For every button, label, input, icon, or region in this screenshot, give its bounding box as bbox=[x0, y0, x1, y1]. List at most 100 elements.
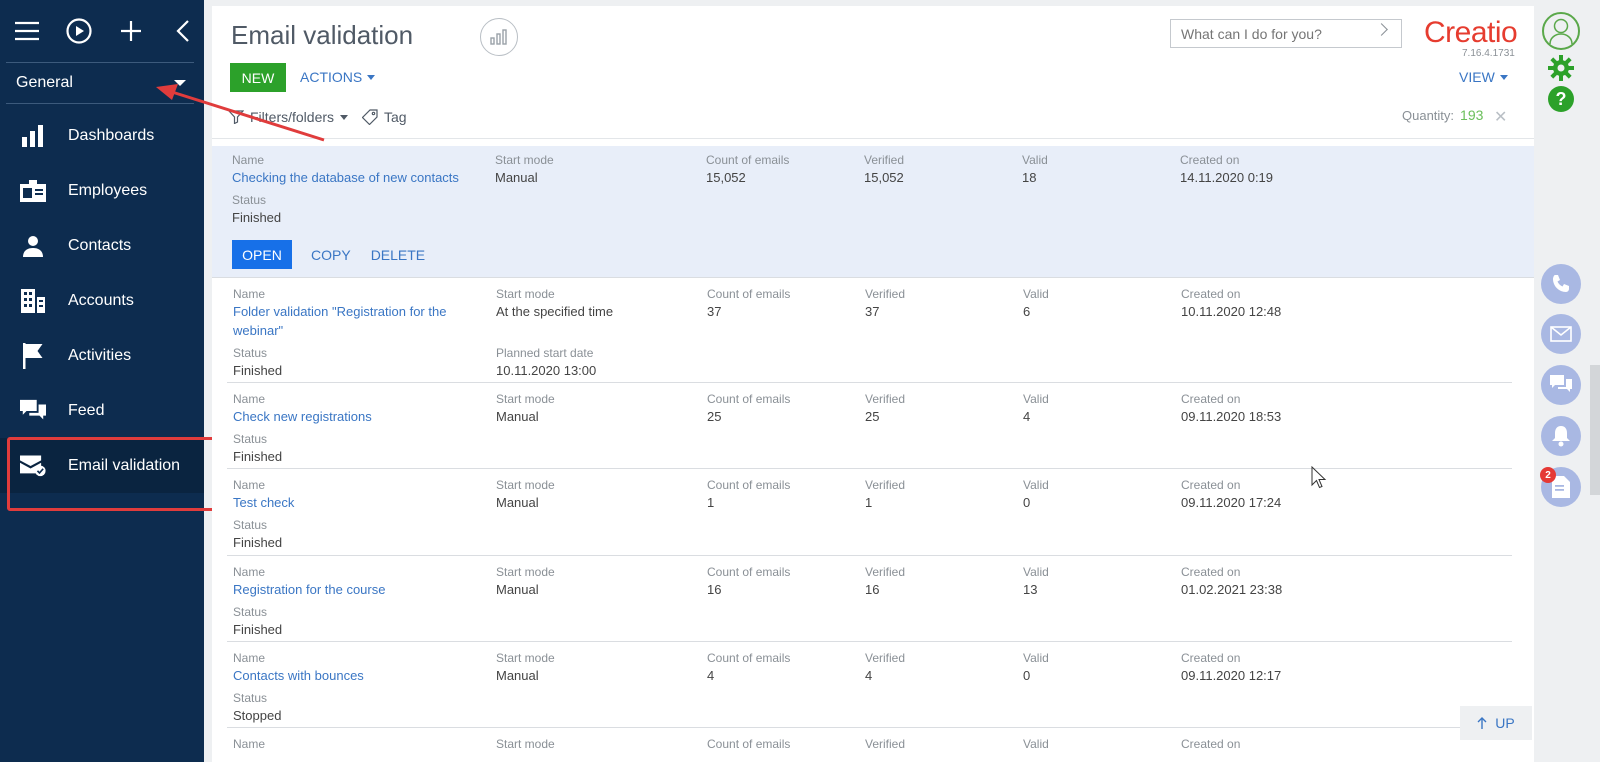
record-name-link[interactable]: Checking the database of new contacts bbox=[232, 168, 459, 187]
record-name-link[interactable]: Test check bbox=[233, 493, 294, 512]
delete-button[interactable]: DELETE bbox=[371, 247, 425, 263]
open-button[interactable]: OPEN bbox=[232, 240, 292, 269]
status-value: Finished bbox=[233, 449, 283, 464]
filters-folders-button[interactable]: Filters/folders bbox=[228, 109, 349, 125]
gear-icon[interactable] bbox=[1548, 55, 1574, 86]
up-label: UP bbox=[1495, 715, 1515, 731]
sidebar-item-email-validation[interactable]: Email validation bbox=[0, 437, 215, 511]
person-icon bbox=[20, 233, 46, 259]
record-name-line: webinar" bbox=[233, 323, 284, 338]
column-label: Count of emails bbox=[707, 478, 791, 492]
column-label: Created on bbox=[1181, 737, 1241, 751]
play-process-icon[interactable] bbox=[66, 18, 92, 44]
column-label: Name bbox=[233, 651, 266, 665]
sidebar-menu: Dashboards Employees Contacts Accounts A… bbox=[0, 108, 215, 511]
column-label: Valid bbox=[1023, 287, 1049, 301]
column-label: Status bbox=[233, 691, 268, 705]
column-label: Valid bbox=[1023, 392, 1049, 406]
column-label: Count of emails bbox=[707, 651, 791, 665]
scrollbar-thumb[interactable] bbox=[1590, 365, 1600, 495]
collapse-chevron-icon[interactable] bbox=[170, 18, 196, 44]
add-icon[interactable] bbox=[118, 18, 144, 44]
user-icon bbox=[1549, 18, 1573, 45]
record-name-link[interactable]: Folder validation "Registration for the w… bbox=[233, 302, 446, 340]
record-name-link[interactable]: Contacts with bounces bbox=[233, 666, 364, 685]
tag-button[interactable]: Tag bbox=[362, 109, 407, 125]
column-label: Start mode bbox=[496, 478, 555, 492]
column-label: Name bbox=[233, 287, 266, 301]
sidebar-item-accounts[interactable]: Accounts bbox=[0, 273, 204, 328]
list-item[interactable]: Name Contacts with bounces Start mode Manu… bbox=[227, 642, 1512, 728]
user-profile-avatar[interactable] bbox=[1542, 12, 1580, 50]
column-label: Verified bbox=[864, 153, 905, 167]
record-name-link[interactable]: Check new registrations bbox=[233, 407, 372, 426]
phone-button[interactable] bbox=[1541, 264, 1581, 304]
caret-down-icon bbox=[1499, 74, 1508, 80]
sidebar: General Dashboards Employees Contacts Ac… bbox=[0, 0, 215, 762]
start-mode-value: Manual bbox=[496, 409, 539, 424]
column-label: Planned start date bbox=[496, 346, 594, 360]
column-label: Status bbox=[233, 605, 268, 619]
created-value: 01.02.2021 23:38 bbox=[1181, 582, 1283, 597]
chat-bubbles-icon bbox=[20, 398, 46, 424]
workplace-selector[interactable]: General bbox=[6, 62, 194, 104]
flag-icon bbox=[20, 342, 46, 369]
notification-count-badge: 2 bbox=[1540, 467, 1556, 483]
list-item[interactable]: Name Check new registrations Start mode Ma… bbox=[227, 383, 1512, 469]
valid-value: 13 bbox=[1023, 582, 1038, 597]
actions-button[interactable]: ACTIONS bbox=[300, 69, 376, 85]
sidebar-item-contacts[interactable]: Contacts bbox=[0, 218, 204, 273]
version-label: 7.16.4.1731 bbox=[1462, 48, 1515, 59]
notifications-button[interactable] bbox=[1541, 416, 1581, 456]
new-button[interactable]: NEW bbox=[230, 63, 286, 92]
hamburger-menu-icon[interactable] bbox=[14, 18, 40, 44]
verified-value: 15,052 bbox=[864, 170, 904, 185]
list-item[interactable]: Name Start mode Count of emails Verified… bbox=[227, 728, 1512, 762]
column-label: Status bbox=[232, 193, 267, 207]
sidebar-item-label: Employees bbox=[68, 181, 148, 199]
email-button[interactable] bbox=[1541, 314, 1581, 354]
copy-button[interactable]: COPY bbox=[311, 247, 351, 263]
records-list: Name Checking the database of new contact… bbox=[212, 146, 1534, 762]
status-value: Finished bbox=[233, 363, 283, 378]
record-name-link[interactable]: Registration for the course bbox=[233, 580, 385, 599]
command-search-input[interactable] bbox=[1170, 19, 1402, 48]
valid-value: 18 bbox=[1022, 170, 1037, 185]
list-item[interactable]: Name Checking the database of new contact… bbox=[212, 146, 1534, 278]
quantity-label: Quantity: bbox=[1402, 108, 1455, 123]
close-icon[interactable]: ✕ bbox=[1494, 107, 1507, 127]
quantity-indicator: Quantity: 193 bbox=[1402, 107, 1483, 123]
count-value: 1 bbox=[707, 495, 715, 510]
id-card-icon bbox=[20, 178, 46, 204]
chat-button[interactable] bbox=[1541, 365, 1581, 405]
column-label: Valid bbox=[1022, 153, 1048, 167]
valid-value: 4 bbox=[1023, 409, 1031, 424]
column-label: Verified bbox=[865, 478, 906, 492]
caret-down-icon bbox=[174, 80, 186, 86]
view-label: VIEW bbox=[1459, 69, 1495, 85]
sidebar-item-employees[interactable]: Employees bbox=[0, 163, 204, 218]
list-item[interactable]: Name Registration for the course Start mo… bbox=[227, 556, 1512, 642]
column-label: Valid bbox=[1023, 478, 1049, 492]
column-label: Count of emails bbox=[707, 287, 791, 301]
view-button[interactable]: VIEW bbox=[1459, 69, 1508, 85]
sidebar-item-dashboards[interactable]: Dashboards bbox=[0, 108, 204, 163]
scroll-up-button[interactable]: UP bbox=[1460, 706, 1532, 740]
sidebar-item-label: Contacts bbox=[68, 236, 132, 254]
tag-label: Tag bbox=[384, 109, 407, 125]
column-label: Name bbox=[233, 565, 266, 579]
tag-icon bbox=[362, 109, 378, 125]
email-icon bbox=[1550, 326, 1572, 342]
filters-label: Filters/folders bbox=[250, 109, 335, 125]
column-label: Status bbox=[233, 346, 268, 360]
column-label: Start mode bbox=[495, 153, 554, 167]
status-value: Finished bbox=[233, 622, 283, 637]
list-item[interactable]: Name Folder validation "Registration for … bbox=[227, 278, 1512, 383]
column-label: Name bbox=[232, 153, 265, 167]
quantity-value: 193 bbox=[1460, 107, 1484, 123]
help-icon[interactable]: ? bbox=[1548, 86, 1574, 112]
sidebar-item-feed[interactable]: Feed bbox=[0, 383, 204, 438]
chat-icon bbox=[1550, 375, 1572, 392]
sidebar-item-activities[interactable]: Activities bbox=[0, 328, 204, 383]
analytics-view-toggle[interactable] bbox=[480, 18, 518, 56]
